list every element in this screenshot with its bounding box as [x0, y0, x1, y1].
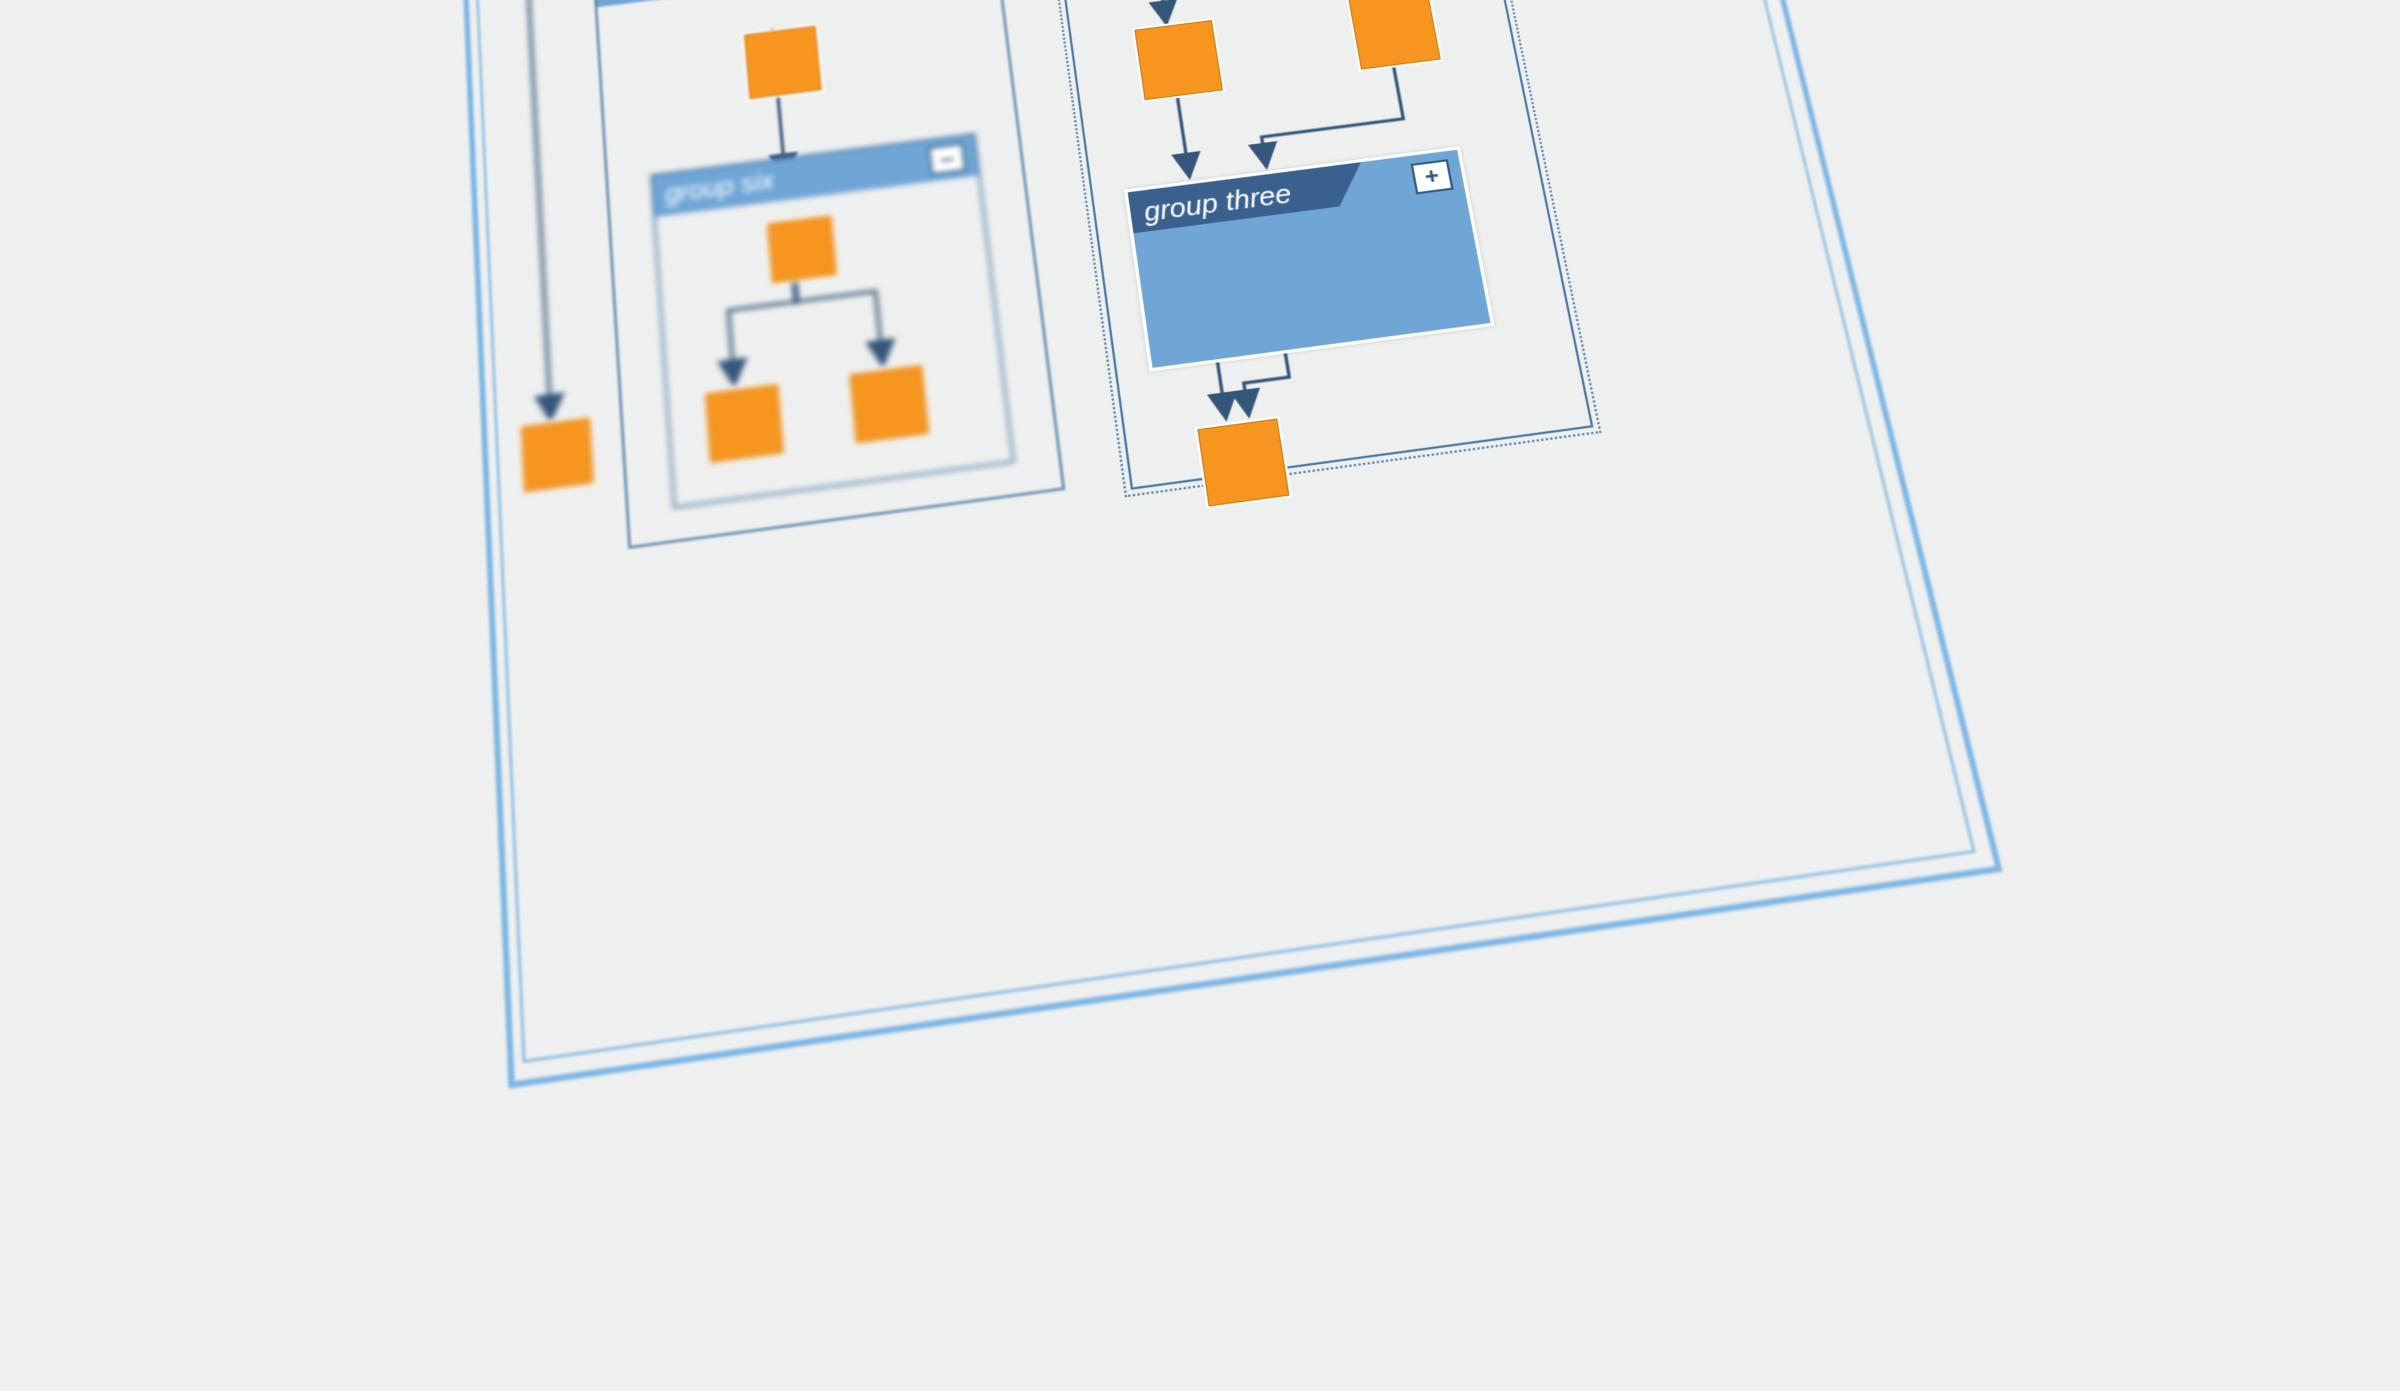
flow-node[interactable] — [847, 362, 932, 446]
group-six[interactable]: group six – — [650, 133, 1014, 509]
flow-node[interactable] — [1195, 416, 1292, 509]
collapse-icon[interactable]: – — [928, 143, 967, 176]
diagram-canvas: group two – group three + group five – g… — [371, 0, 2206, 1391]
group-three-label: group three — [1142, 178, 1294, 228]
flow-node[interactable] — [742, 23, 825, 101]
flow-node[interactable] — [702, 381, 786, 466]
group-six-label: group six — [664, 167, 775, 209]
flow-node[interactable] — [1346, 0, 1444, 72]
expand-icon[interactable]: + — [1411, 159, 1454, 194]
flow-node[interactable] — [518, 415, 596, 495]
flow-node[interactable] — [764, 213, 839, 286]
flow-node[interactable] — [1132, 18, 1226, 103]
